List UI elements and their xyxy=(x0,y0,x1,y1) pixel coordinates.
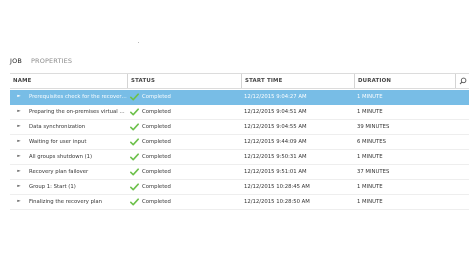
column-header-status[interactable]: STATUS xyxy=(127,74,241,88)
step-status: Completed xyxy=(142,109,171,115)
expand-arrow-icon[interactable]: ► xyxy=(16,105,22,119)
tab-job[interactable]: JOB xyxy=(10,57,22,65)
step-duration: 1 MINUTE xyxy=(357,199,383,205)
column-header-duration[interactable]: DURATION xyxy=(354,74,455,88)
step-status: Completed xyxy=(142,184,171,190)
step-duration: 37 MINUTES xyxy=(357,169,390,175)
step-name: Waiting for user input xyxy=(29,139,87,145)
job-details-page: JOB PROPERTIES NAME STATUS START TIME DU… xyxy=(0,0,474,267)
step-status: Completed xyxy=(142,169,171,175)
tab-bar: JOB PROPERTIES xyxy=(10,54,81,68)
step-duration: 1 MINUTE xyxy=(357,154,383,160)
check-icon xyxy=(130,195,140,209)
expand-arrow-icon[interactable]: ► xyxy=(16,180,22,194)
step-status: Completed xyxy=(142,139,171,145)
step-name: Preparing the on-premises virtual mac... xyxy=(29,109,127,115)
job-steps-table: NAME STATUS START TIME DURATION ► Prereq… xyxy=(10,73,469,210)
table-row[interactable]: ► All groups shutdown (1) Completed 12/1… xyxy=(10,150,469,165)
step-status: Completed xyxy=(142,154,171,160)
table-row[interactable]: ► Finalizing the recovery plan Completed… xyxy=(10,195,469,210)
decorative-dot xyxy=(138,42,139,43)
step-name: Prerequisites check for the recovery pl.… xyxy=(29,94,127,100)
check-icon xyxy=(130,135,140,149)
step-name: Data synchronization xyxy=(29,124,86,130)
step-start-time: 12/12/2015 10:28:45 AM xyxy=(244,184,310,190)
search-icon xyxy=(459,77,466,85)
step-start-time: 12/12/2015 9:44:09 AM xyxy=(244,139,307,145)
step-duration: 1 MINUTE xyxy=(357,109,383,115)
table-header: NAME STATUS START TIME DURATION xyxy=(10,73,469,89)
check-icon xyxy=(130,120,140,134)
table-body: ► Prerequisites check for the recovery p… xyxy=(10,90,469,210)
step-duration: 39 MINUTES xyxy=(357,124,390,130)
expand-arrow-icon[interactable]: ► xyxy=(16,135,22,149)
column-header-start-time[interactable]: START TIME xyxy=(241,74,354,88)
tab-properties[interactable]: PROPERTIES xyxy=(31,57,72,65)
expand-arrow-icon[interactable]: ► xyxy=(16,150,22,164)
step-duration: 6 MINUTES xyxy=(357,139,386,145)
step-start-time: 12/12/2015 9:04:51 AM xyxy=(244,109,307,115)
table-row[interactable]: ► Recovery plan failover Completed 12/12… xyxy=(10,165,469,180)
expand-arrow-icon[interactable]: ► xyxy=(16,165,22,179)
check-icon xyxy=(130,165,140,179)
table-row[interactable]: ► Group 1: Start (1) Completed 12/12/201… xyxy=(10,180,469,195)
step-start-time: 12/12/2015 9:04:27 AM xyxy=(244,94,307,100)
step-name: Recovery plan failover xyxy=(29,169,89,175)
search-button[interactable] xyxy=(455,74,469,88)
check-icon xyxy=(130,180,140,194)
step-start-time: 12/12/2015 10:28:50 AM xyxy=(244,199,310,205)
step-start-time: 12/12/2015 9:04:55 AM xyxy=(244,124,307,130)
table-row[interactable]: ► Preparing the on-premises virtual mac.… xyxy=(10,105,469,120)
step-duration: 1 MINUTE xyxy=(357,184,383,190)
column-header-name[interactable]: NAME xyxy=(10,74,127,88)
check-icon xyxy=(130,105,140,119)
step-status: Completed xyxy=(142,199,171,205)
table-row[interactable]: ► Prerequisites check for the recovery p… xyxy=(10,90,469,105)
table-row[interactable]: ► Waiting for user input Completed 12/12… xyxy=(10,135,469,150)
step-status: Completed xyxy=(142,124,171,130)
expand-arrow-icon[interactable]: ► xyxy=(16,195,22,209)
step-start-time: 12/12/2015 9:51:01 AM xyxy=(244,169,307,175)
check-icon xyxy=(130,150,140,164)
step-duration: 1 MINUTE xyxy=(357,94,383,100)
check-icon xyxy=(130,90,140,104)
expand-arrow-icon[interactable]: ► xyxy=(16,120,22,134)
step-name: All groups shutdown (1) xyxy=(29,154,93,160)
expand-arrow-icon[interactable]: ► xyxy=(16,90,22,104)
step-name: Finalizing the recovery plan xyxy=(29,199,103,205)
step-status: Completed xyxy=(142,94,171,100)
step-name: Group 1: Start (1) xyxy=(29,184,76,190)
step-start-time: 12/12/2015 9:50:31 AM xyxy=(244,154,307,160)
table-row[interactable]: ► Data synchronization Completed 12/12/2… xyxy=(10,120,469,135)
